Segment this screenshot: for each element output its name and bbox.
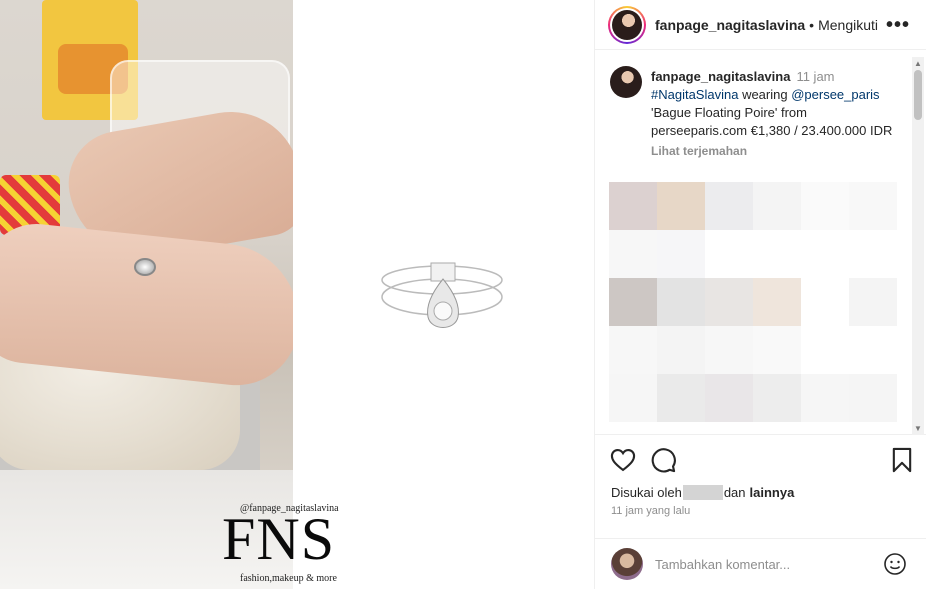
pixel-block (753, 326, 801, 374)
pixel-block (849, 278, 897, 326)
pixelated-image (609, 182, 897, 422)
pixel-block (609, 230, 657, 278)
pixel-block (705, 230, 753, 278)
header-avatar[interactable] (608, 5, 646, 44)
pixel-block (753, 230, 801, 278)
pixel-block (609, 374, 657, 422)
pixel-block (849, 182, 897, 230)
caption-text-1: wearing (738, 87, 792, 102)
pixel-block (801, 326, 849, 374)
pixel-block (753, 182, 801, 230)
pixel-block (801, 278, 849, 326)
watermark-logo: FNS (222, 506, 336, 572)
pixel-block (705, 278, 753, 326)
comment-icon[interactable] (649, 446, 677, 474)
scroll-thumb[interactable] (914, 70, 922, 120)
translate-link[interactable]: Lihat terjemahan (651, 142, 901, 160)
caption-time: 11 jam (796, 69, 835, 84)
post-photo-hands (0, 0, 293, 589)
likes-others-link[interactable]: lainnya (750, 485, 795, 500)
caption-username[interactable]: fanpage_nagitaslavina (651, 69, 790, 84)
heart-icon[interactable] (609, 446, 637, 474)
current-user-avatar (611, 548, 643, 580)
emoji-icon[interactable] (883, 552, 907, 576)
pixel-block (657, 278, 705, 326)
caption-text-2: 'Bague Floating Poire' from perseeparis.… (651, 105, 893, 138)
post-header: fanpage_nagitaslavina • Mengikuti ••• (595, 0, 926, 50)
blurred-username (682, 485, 723, 500)
comments-scrollbar[interactable]: ▲ ▼ (912, 57, 924, 435)
mention-link[interactable]: @persee_paris (791, 87, 879, 102)
likes-prefix: Disukai oleh (611, 485, 682, 500)
pixel-block (849, 374, 897, 422)
pixel-block (657, 230, 705, 278)
pixel-block (657, 326, 705, 374)
comment-input[interactable] (655, 556, 855, 572)
worn-ring (134, 258, 156, 276)
pixel-block (801, 374, 849, 422)
pixel-block (801, 230, 849, 278)
pixel-block (849, 326, 897, 374)
header-username[interactable]: fanpage_nagitaslavina (655, 17, 805, 33)
hashtag-link[interactable]: #NagitaSlavina (651, 87, 738, 102)
pixel-block (657, 374, 705, 422)
pixel-block (753, 374, 801, 422)
pixel-block (657, 182, 705, 230)
watermark-tagline: fashion,makeup & more (240, 573, 337, 584)
caption-avatar[interactable] (610, 66, 642, 98)
header-separator: • (809, 16, 815, 33)
follow-status-button[interactable]: Mengikuti (818, 17, 878, 33)
post-media[interactable]: @fanpage_nagitaslavina FNS fashion,makeu… (0, 0, 594, 589)
fns-watermark: @fanpage_nagitaslavina FNS fashion,makeu… (222, 503, 382, 587)
pixel-block (705, 326, 753, 374)
action-bar (595, 446, 926, 480)
scroll-down-icon[interactable]: ▼ (914, 424, 922, 433)
pixel-block (705, 374, 753, 422)
pixel-block (801, 182, 849, 230)
pixel-block (705, 182, 753, 230)
pixel-block (849, 230, 897, 278)
more-horizontal-icon[interactable]: ••• (886, 14, 910, 37)
likes-suffix: dan (723, 485, 746, 500)
pixel-block (609, 182, 657, 230)
bookmark-icon[interactable] (888, 446, 916, 474)
pixel-block (753, 278, 801, 326)
add-comment-bar (595, 538, 926, 589)
pixel-block (609, 278, 657, 326)
likes-line: Disukai oleh dan lainnya (611, 485, 794, 500)
comments-section[interactable]: fanpage_nagitaslavina 11 jam #NagitaSlavi… (595, 57, 926, 435)
pixel-block (609, 326, 657, 374)
caption-body: fanpage_nagitaslavina 11 jam #NagitaSlavi… (651, 68, 901, 160)
product-ring-image (381, 262, 503, 328)
post-timestamp[interactable]: 11 jam yang lalu (611, 505, 690, 517)
post-info-panel: fanpage_nagitaslavina • Mengikuti ••• fa… (594, 0, 926, 589)
scroll-up-icon[interactable]: ▲ (914, 59, 922, 68)
